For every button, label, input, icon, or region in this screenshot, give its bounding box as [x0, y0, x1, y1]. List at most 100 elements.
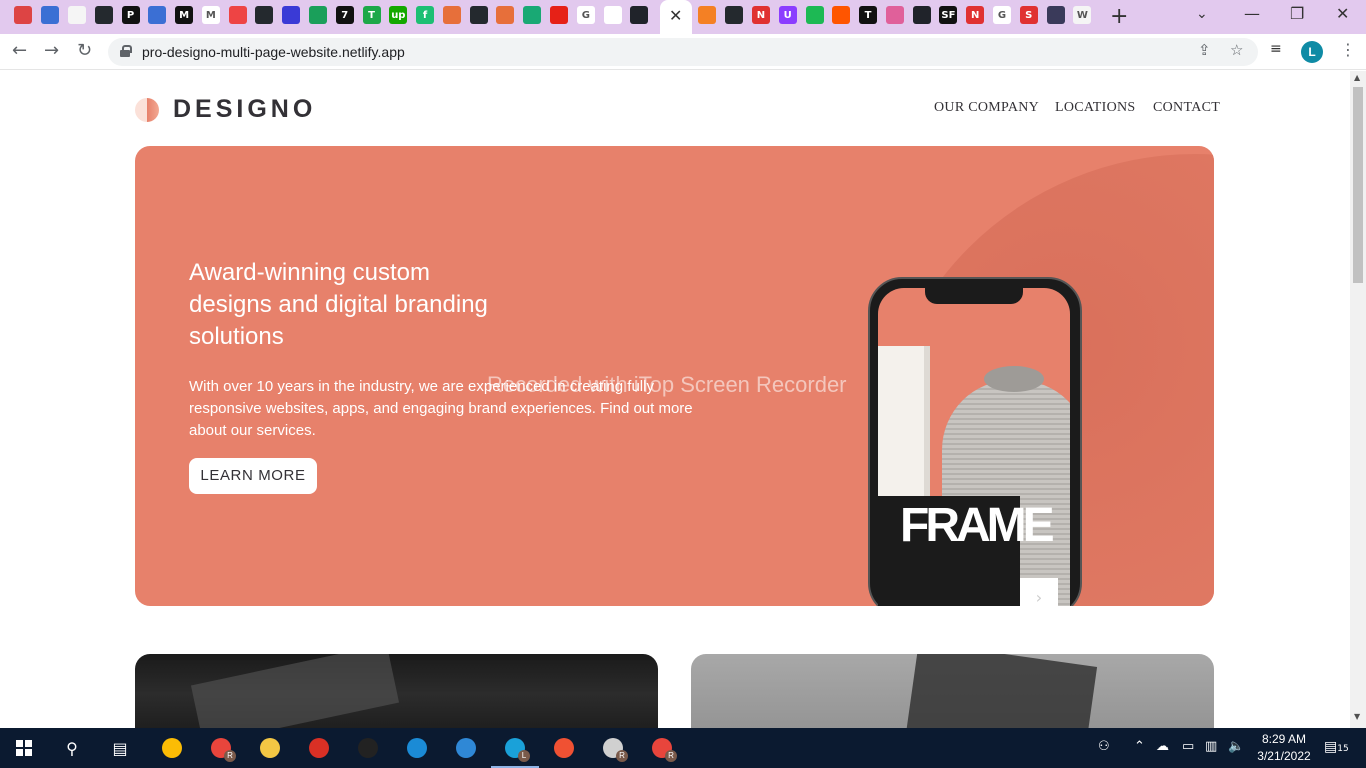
nav-contact[interactable]: CONTACT: [1153, 100, 1220, 116]
notification-badge-icon: ▤: [1324, 739, 1338, 755]
menu-icon[interactable]: ⋮: [1340, 40, 1356, 59]
wordpress-icon[interactable]: W: [1073, 6, 1092, 24]
google-icon[interactable]: G: [576, 6, 595, 24]
network-icon[interactable]: ▥: [1205, 739, 1217, 754]
address-bar[interactable]: pro-designo-multi-page-website.netlify.a…: [108, 38, 1258, 66]
chevron-up-icon[interactable]: ⌃: [1134, 739, 1145, 754]
onedrive-icon[interactable]: ☁: [1156, 739, 1169, 754]
restore-icon[interactable]: ❐: [1290, 4, 1304, 23]
bookmark-icon[interactable]: [14, 6, 33, 24]
hero-title: Award-winning custom designs and digital…: [189, 259, 488, 350]
shield-icon[interactable]: [496, 6, 515, 24]
github-icon[interactable]: [94, 6, 113, 24]
minimize-icon[interactable]: —: [1244, 4, 1260, 23]
notification-center-icon[interactable]: ▤15: [1324, 739, 1349, 755]
search-icon[interactable]: ⚲: [60, 736, 84, 760]
chrome-icon[interactable]: [160, 736, 184, 760]
people-icon[interactable]: ⚇: [1098, 739, 1110, 754]
page-scrollbar[interactable]: ▲ ▼: [1350, 71, 1366, 728]
t-icon[interactable]: T: [859, 6, 878, 24]
close-tab-icon[interactable]: ✕: [669, 6, 682, 25]
active-tab[interactable]: ✕: [660, 0, 692, 34]
chrome-profile-icon[interactable]: R: [209, 736, 236, 762]
spotify-icon[interactable]: [805, 6, 824, 24]
t-icon[interactable]: T: [362, 6, 381, 24]
react-icon[interactable]: [630, 6, 649, 24]
scroll-down-icon[interactable]: ▼: [1354, 712, 1360, 721]
device-icon[interactable]: ▭: [1182, 739, 1194, 754]
site-logo[interactable]: DESIGNO: [135, 95, 316, 124]
vase-lip: [984, 366, 1044, 392]
back-icon[interactable]: ←: [12, 40, 27, 61]
n-icon[interactable]: N: [751, 6, 770, 24]
profile-badge: R: [616, 750, 628, 762]
google-icon[interactable]: G: [992, 6, 1011, 24]
scroll-thumb[interactable]: [1353, 87, 1363, 283]
url-text[interactable]: pro-designo-multi-page-website.netlify.a…: [142, 44, 405, 60]
edge-icon[interactable]: [405, 736, 429, 760]
tab-search-icon[interactable]: ⌄: [1196, 6, 1208, 22]
brush-icon[interactable]: [885, 6, 904, 24]
medium-icon[interactable]: M: [175, 6, 194, 24]
hero-section: Award-winning custom designs and digital…: [135, 146, 1214, 606]
phone-icon[interactable]: [308, 6, 327, 24]
ms-icon[interactable]: [148, 6, 167, 24]
soundcloud-icon[interactable]: [832, 6, 851, 24]
react-icon[interactable]: [912, 6, 931, 24]
phone-screen: FRAME ›: [878, 288, 1070, 606]
gmail-icon[interactable]: M: [201, 6, 220, 24]
youtube-icon[interactable]: [550, 6, 569, 24]
reload-icon[interactable]: ↻: [77, 40, 92, 61]
github-icon[interactable]: [725, 6, 744, 24]
dark-icon[interactable]: [1046, 6, 1065, 24]
chrome-profile-icon[interactable]: R: [650, 736, 677, 762]
share-icon[interactable]: ⇪: [1198, 41, 1211, 59]
scroll-up-icon[interactable]: ▲: [1354, 73, 1360, 82]
n-icon[interactable]: N: [966, 6, 985, 24]
moon-icon[interactable]: [282, 6, 301, 24]
u-icon[interactable]: U: [778, 6, 797, 24]
clock-time: 8:29 AM: [1261, 732, 1307, 746]
chrome-profile-icon[interactable]: L: [503, 736, 530, 762]
stackoverflow-icon[interactable]: [698, 6, 717, 24]
nav-locations[interactable]: LOCATIONS: [1055, 100, 1135, 116]
chrome-profile-icon-glyph: L: [505, 738, 530, 762]
volume-icon[interactable]: 🔈: [1228, 739, 1244, 754]
task-view-icon[interactable]: ▤: [108, 736, 132, 760]
shield-icon[interactable]: [442, 6, 461, 24]
smile-icon[interactable]: [228, 6, 247, 24]
p-icon[interactable]: P: [121, 6, 140, 24]
s-icon[interactable]: S: [1019, 6, 1038, 24]
windows-start-icon[interactable]: [16, 740, 32, 756]
sf-icon[interactable]: SF: [939, 6, 958, 24]
profile-badge: R: [665, 750, 677, 762]
github-icon[interactable]: [469, 6, 488, 24]
lock-icon[interactable]: [120, 45, 132, 57]
terminal-icon[interactable]: [356, 736, 380, 760]
learn-more-button[interactable]: LEARN MORE: [189, 458, 317, 494]
forward-icon[interactable]: →: [44, 40, 59, 61]
notification-count: 15: [1337, 744, 1349, 754]
page-icon[interactable]: [67, 6, 86, 24]
recorder-icon[interactable]: [307, 736, 331, 760]
web-design-card[interactable]: [135, 654, 658, 728]
vscode-icon[interactable]: [454, 736, 478, 760]
diamond-icon[interactable]: [523, 6, 542, 24]
ms-icon[interactable]: [41, 6, 60, 24]
remote-icon[interactable]: R: [601, 736, 628, 762]
profile-avatar[interactable]: L: [1301, 41, 1323, 63]
file-explorer-icon[interactable]: [258, 736, 282, 760]
reading-list-icon[interactable]: ≡: [1270, 41, 1282, 57]
dnd-icon[interactable]: [603, 6, 622, 24]
bookmark-star-icon[interactable]: ☆: [1230, 41, 1243, 59]
github-icon[interactable]: [255, 6, 274, 24]
fiverr-icon[interactable]: f: [416, 6, 435, 24]
new-tab-button[interactable]: +: [1110, 4, 1128, 29]
git-icon[interactable]: [552, 736, 576, 760]
upwork-icon[interactable]: up: [389, 6, 408, 24]
nav-our-company[interactable]: OUR COMPANY: [934, 100, 1039, 116]
close-window-icon[interactable]: ✕: [1336, 4, 1349, 23]
app-design-card[interactable]: [691, 654, 1214, 728]
seven-icon[interactable]: 7: [335, 6, 354, 24]
taskbar-clock[interactable]: 8:29 AM 3/21/2022: [1248, 731, 1320, 765]
